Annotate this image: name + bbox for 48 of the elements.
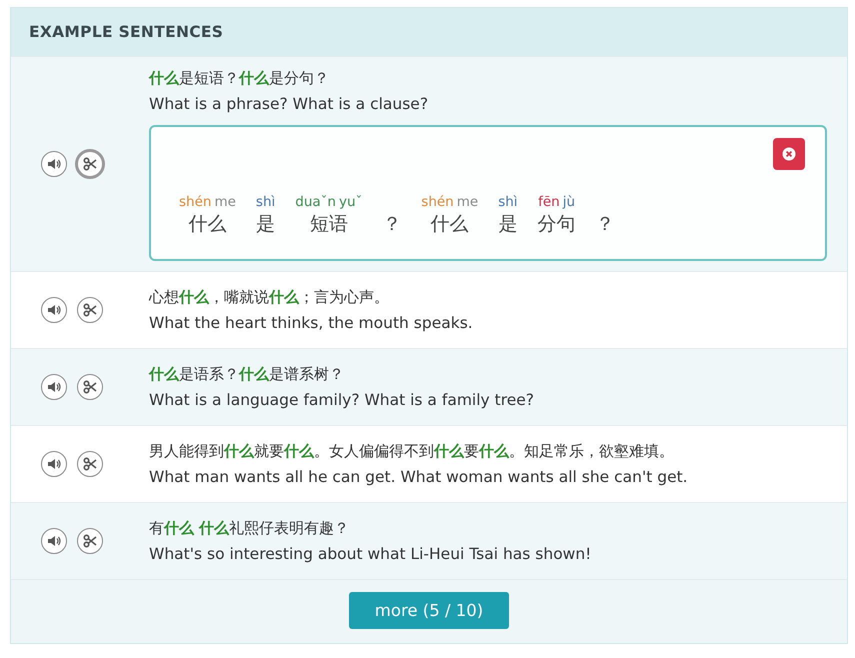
play-audio-button[interactable] <box>41 451 67 477</box>
english-translation: What is a phrase? What is a clause? <box>149 94 430 115</box>
hanzi: 什么 <box>430 212 469 237</box>
hanzi: 什么 <box>188 212 226 237</box>
word-split-button[interactable] <box>77 528 103 554</box>
close-icon <box>782 147 796 161</box>
scissors-icon <box>83 534 97 548</box>
word-split-button[interactable] <box>75 149 105 179</box>
speaker-icon <box>47 458 61 470</box>
pinyin: duaˇn yuˇ <box>295 193 362 211</box>
pinyin: shì <box>256 193 276 211</box>
hanzi: 是 <box>256 212 276 237</box>
hanzi: 是 <box>498 212 518 237</box>
pinyin: shén me <box>421 193 478 211</box>
hanzi: 短语 <box>310 212 348 237</box>
english-translation: What man wants all he can get. What woman wants all she can't get. <box>149 467 689 488</box>
word-split-button[interactable] <box>77 297 103 323</box>
chinese-sentence: 有什么 什么礼熙仔表明有趣？ <box>149 518 350 539</box>
speaker-icon <box>47 158 61 170</box>
play-audio-button[interactable] <box>41 297 67 323</box>
play-audio-button[interactable] <box>41 528 67 554</box>
more-button[interactable]: more (5 / 10) <box>349 592 509 629</box>
word-split-button[interactable] <box>77 374 103 400</box>
english-translation: What's so interesting about what Li-Heui Tsai has shown! <box>149 544 592 565</box>
scissors-icon <box>83 157 97 171</box>
play-audio-button[interactable] <box>41 374 67 400</box>
speaker-icon <box>47 535 61 547</box>
scissors-icon <box>83 303 97 317</box>
chinese-sentence: 什么是短语？什么是分句？ <box>149 68 330 89</box>
english-translation: What the heart thinks, the mouth speaks. <box>149 313 474 334</box>
word-split-button[interactable] <box>77 451 103 477</box>
chinese-sentence: 心想什么，嘴就说什么；言为心声。 <box>149 287 390 308</box>
chinese-sentence: 什么是语系？什么是谱系树？ <box>149 364 345 385</box>
scissors-icon <box>83 457 97 471</box>
hanzi: ？ <box>596 212 615 237</box>
pinyin: shén me <box>179 193 236 211</box>
hanzi: ？ <box>382 212 402 237</box>
chinese-sentence: 男人能得到什么就要什么。女人偏偏得不到什么要什么。知足常乐，欲壑难填。 <box>149 441 675 462</box>
scissors-icon <box>83 380 97 394</box>
english-translation: What is a language family? What is a family tree? <box>149 390 536 411</box>
play-audio-button[interactable] <box>41 151 67 177</box>
pinyin: fēn jù <box>538 193 576 211</box>
speaker-icon <box>47 304 61 316</box>
panel-title: EXAMPLE SENTENCES <box>29 23 224 41</box>
close-button[interactable] <box>773 138 805 170</box>
hanzi: 分句 <box>538 212 576 237</box>
speaker-icon <box>47 381 61 393</box>
pinyin: shì <box>498 193 518 211</box>
